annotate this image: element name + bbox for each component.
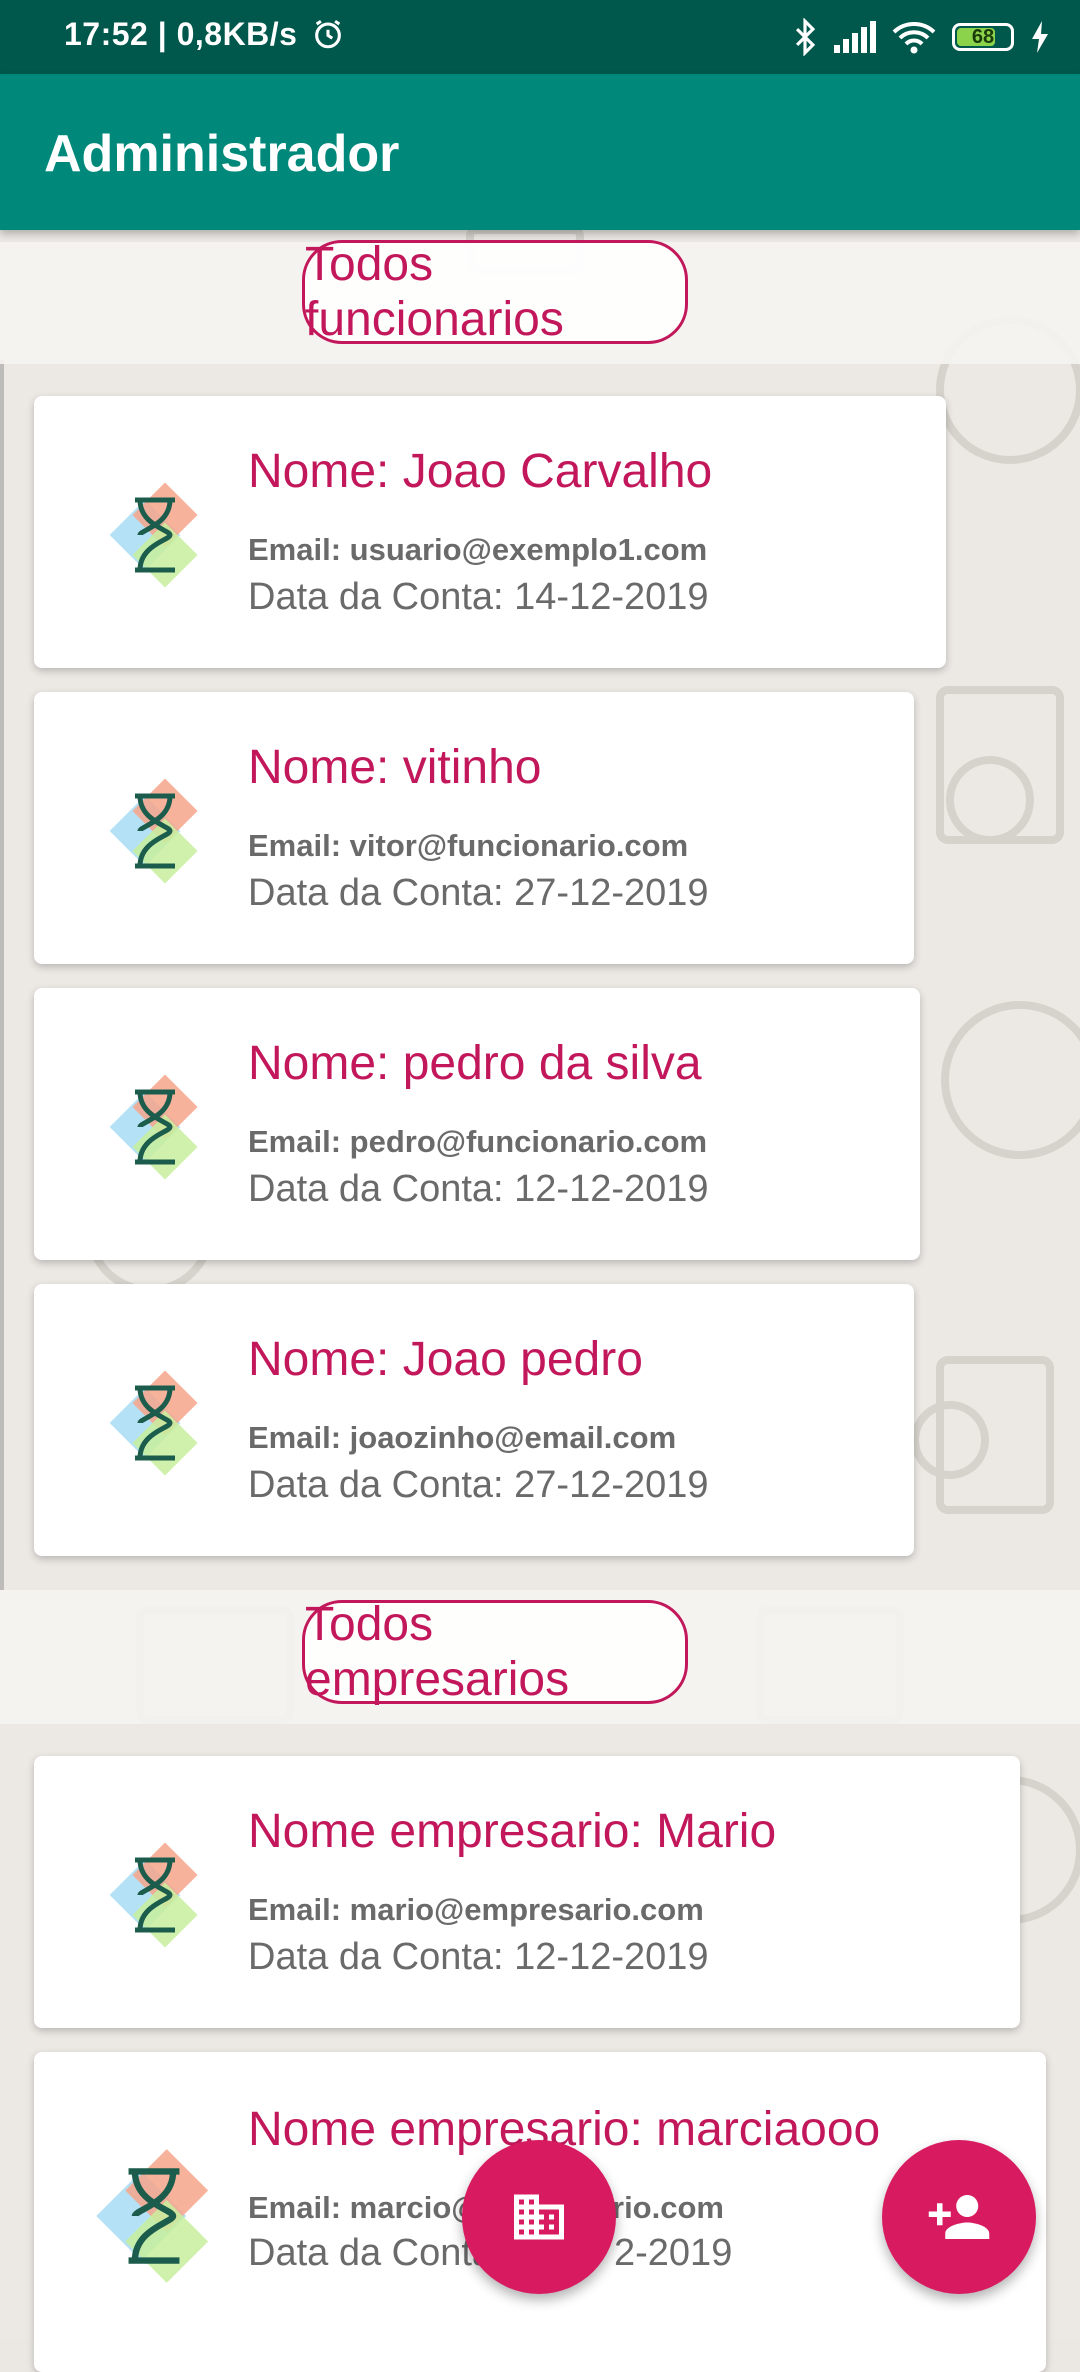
section-label-employees[interactable]: Todos funcionarios [302, 238, 688, 346]
hourglass-logo-icon [109, 778, 198, 884]
employee-name: Nome: pedro da silva [248, 1037, 702, 1090]
employee-card[interactable]: Nome: pedro da silva Email: pedro@funcio… [34, 988, 920, 1260]
wifi-icon [892, 22, 936, 54]
business-icon [514, 2194, 564, 2240]
employee-name: Nome: Joao pedro [248, 1333, 643, 1386]
employee-name: Nome: vitinho [248, 741, 542, 794]
hourglass-logo-icon [109, 1842, 198, 1948]
signal-icon [834, 21, 876, 53]
section-label-employers[interactable]: Todos empresarios [302, 1598, 688, 1706]
hourglass-logo-icon [109, 1370, 198, 1476]
employer-email: Email: marcio@ [248, 2190, 482, 2225]
employer-email-tail: rio.com [612, 2190, 724, 2225]
employee-date: Data da Conta: 14-12-2019 [248, 576, 709, 618]
app-bar: Administrador [0, 74, 1080, 230]
employee-card[interactable]: Nome: Joao Carvalho Email: usuario@exemp… [34, 396, 946, 668]
page-title: Administrador [44, 125, 400, 183]
employee-email: Email: pedro@funcionario.com [248, 1124, 708, 1159]
employer-date: Data da Conta [248, 2232, 494, 2274]
employee-email: Email: usuario@exemplo1.com [248, 532, 708, 567]
person-add-icon [928, 2195, 990, 2239]
employer-date-tail: 2-2019 [614, 2232, 733, 2274]
add-user-button[interactable] [882, 2140, 1036, 2294]
employee-date: Data da Conta: 12-12-2019 [248, 1168, 709, 1210]
employee-card[interactable]: Nome: Joao pedro Email: joaozinho@email.… [34, 1284, 914, 1556]
status-icons: 68 [792, 14, 1050, 60]
employer-date: Data da Conta: 12-12-2019 [248, 1936, 709, 1978]
employer-email: Email: mario@empresario.com [248, 1892, 704, 1927]
scroll-edge [0, 360, 4, 1590]
hourglass-logo-icon [96, 2149, 209, 2283]
alarm-icon [314, 19, 341, 49]
hourglass-logo-icon [109, 482, 198, 588]
status-bar: 17:52 | 0,8KB/s 68 [0, 0, 1080, 74]
status-time: 17:52 | 0,8KB/s [64, 16, 345, 53]
hourglass-logo-icon [109, 1074, 198, 1180]
employer-card[interactable]: Nome empresario: Mario Email: mario@empr… [34, 1756, 1020, 2028]
employer-name: Nome empresario: Mario [248, 1805, 777, 1858]
battery-level: 68 [971, 25, 995, 48]
employee-email: Email: vitor@funcionario.com [248, 828, 689, 863]
employee-card[interactable]: Nome: vitinho Email: vitor@funcionario.c… [34, 692, 914, 964]
employee-name: Nome: Joao Carvalho [248, 445, 713, 498]
battery-icon: 68 [952, 23, 1014, 51]
add-company-button[interactable] [462, 2140, 616, 2294]
employee-date: Data da Conta: 27-12-2019 [248, 1464, 709, 1506]
charging-icon [1032, 21, 1048, 53]
employee-date: Data da Conta: 27-12-2019 [248, 872, 709, 914]
bluetooth-icon [795, 18, 816, 56]
employee-email: Email: joaozinho@email.com [248, 1420, 677, 1455]
